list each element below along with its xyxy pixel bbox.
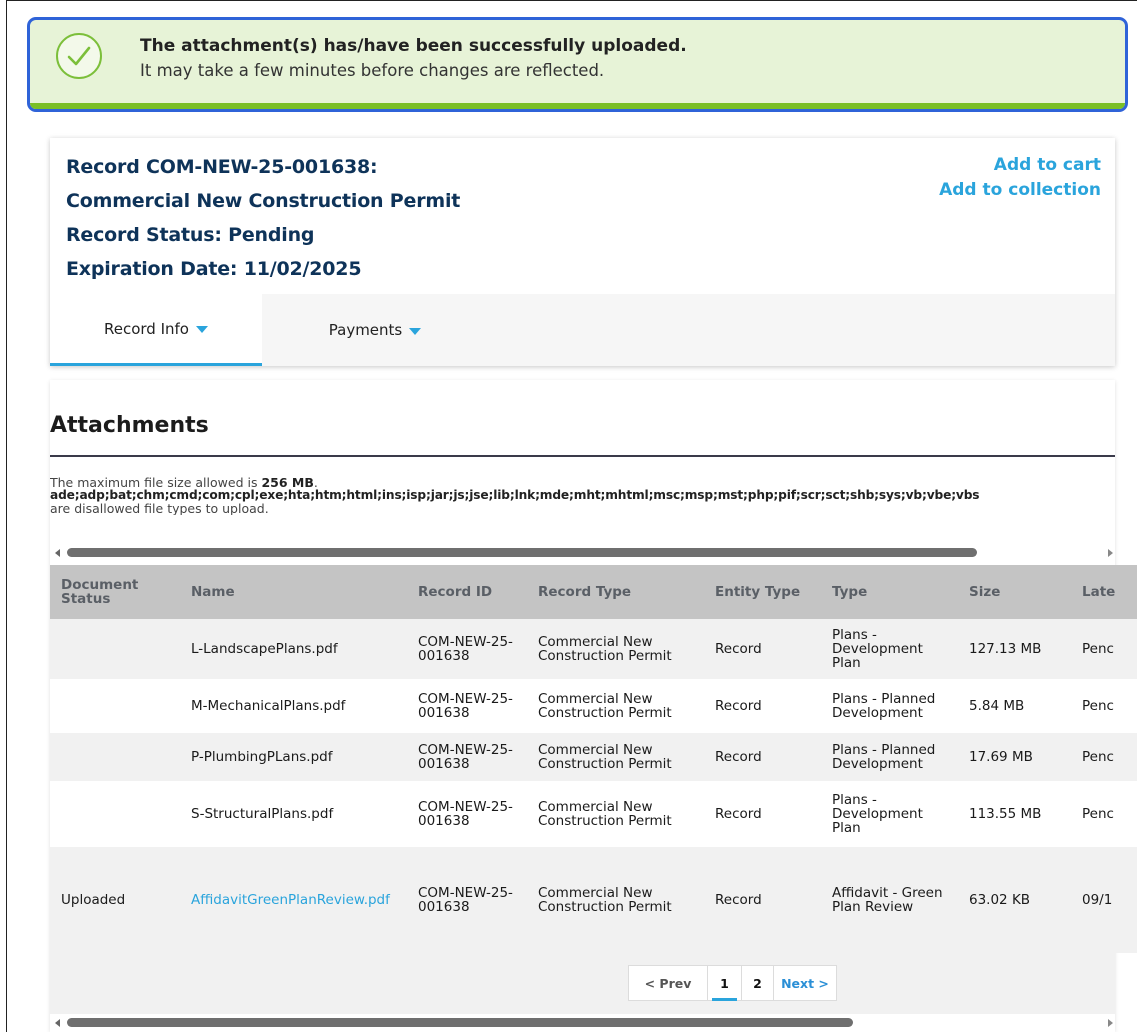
cell-status (50, 781, 180, 847)
attachments-table: Document Status Name Record ID Record Ty… (50, 565, 1137, 953)
record-status: Record Status: Pending (66, 224, 315, 246)
success-banner: The attachment(s) has/have been successf… (27, 17, 1128, 112)
table-row: S-StructuralPlans.pdf COM-NEW-25-001638 … (50, 781, 1137, 847)
cell-name: AffidavitGreenPlanReview.pdf (180, 847, 407, 953)
cell-latest: Penc (1071, 733, 1137, 781)
cell-record-id: COM-NEW-25-001638 (407, 679, 527, 733)
cell-record-id: COM-NEW-25-001638 (407, 733, 527, 781)
cell-type: Plans - Planned Development (821, 733, 958, 781)
tab-label: Record Info (104, 319, 189, 338)
cell-name: M-MechanicalPlans.pdf (180, 679, 407, 733)
column-header[interactable]: Record ID (407, 565, 527, 619)
cell-status (50, 679, 180, 733)
cell-size: 5.84 MB (958, 679, 1071, 733)
scroll-right-arrow-icon[interactable] (1108, 1019, 1113, 1027)
horizontal-scrollbar-top[interactable] (55, 547, 1113, 559)
banner-title: The attachment(s) has/have been successf… (140, 36, 687, 56)
column-header[interactable]: Document Status (50, 565, 180, 619)
attachments-title: Attachments (50, 413, 209, 438)
cell-size: 63.02 KB (958, 847, 1071, 953)
next-page-button[interactable]: Next > (774, 966, 836, 1000)
pager-area (50, 952, 1115, 1014)
record-type: Commercial New Construction Permit (66, 190, 461, 212)
add-to-collection-link[interactable]: Add to collection (939, 180, 1101, 200)
upload-rules: The maximum file size allowed is 256 MB.… (50, 476, 1130, 515)
expiration-date: Expiration Date: 11/02/2025 (66, 258, 362, 280)
column-header[interactable]: Size (958, 565, 1071, 619)
cell-latest: 09/1 (1071, 847, 1137, 953)
cell-name: S-StructuralPlans.pdf (180, 781, 407, 847)
column-header[interactable]: Entity Type (704, 565, 821, 619)
cell-size: 127.13 MB (958, 619, 1071, 679)
cell-record-id: COM-NEW-25-001638 (407, 781, 527, 847)
table-header-row: Document Status Name Record ID Record Ty… (50, 565, 1137, 619)
cell-name: P-PlumbingPLans.pdf (180, 733, 407, 781)
cell-status (50, 619, 180, 679)
cell-latest: Penc (1071, 679, 1137, 733)
cell-record-type: Commercial New Construction Permit (527, 619, 704, 679)
table-row: L-LandscapePlans.pdf COM-NEW-25-001638 C… (50, 619, 1137, 679)
horizontal-scrollbar-bottom[interactable] (55, 1017, 1113, 1029)
cell-record-type: Commercial New Construction Permit (527, 733, 704, 781)
cell-entity-type: Record (704, 679, 821, 733)
section-divider (50, 455, 1115, 457)
record-tabs: Record Info Payments (50, 294, 1115, 366)
cell-name: L-LandscapePlans.pdf (180, 619, 407, 679)
column-header[interactable]: Name (180, 565, 407, 619)
cell-status: Uploaded (50, 847, 180, 953)
caret-down-icon (409, 327, 422, 335)
cell-type: Plans - Development Plan (821, 619, 958, 679)
record-number: Record COM-NEW-25-001638: (66, 156, 378, 178)
check-circle-icon (56, 33, 102, 79)
record-header-card: Record COM-NEW-25-001638: Commercial New… (50, 138, 1115, 366)
cell-size: 17.69 MB (958, 733, 1071, 781)
tab-payments[interactable]: Payments (280, 294, 470, 366)
column-header[interactable]: Type (821, 565, 958, 619)
cell-record-id: COM-NEW-25-001638 (407, 847, 527, 953)
column-header[interactable]: Late (1071, 565, 1137, 619)
tab-record-info[interactable]: Record Info (50, 294, 262, 366)
cell-type: Plans - Development Plan (821, 781, 958, 847)
table-row: P-PlumbingPLans.pdf COM-NEW-25-001638 Co… (50, 733, 1137, 781)
column-header[interactable]: Record Type (527, 565, 704, 619)
cell-entity-type: Record (704, 619, 821, 679)
disallowed-note: are disallowed file types to upload. (50, 501, 269, 515)
cell-entity-type: Record (704, 733, 821, 781)
cell-entity-type: Record (704, 847, 821, 953)
cell-record-type: Commercial New Construction Permit (527, 781, 704, 847)
scroll-left-arrow-icon[interactable] (55, 1019, 60, 1027)
page-2-button[interactable]: 2 (742, 966, 774, 1000)
cell-entity-type: Record (704, 781, 821, 847)
cell-latest: Penc (1071, 781, 1137, 847)
pagination: < Prev 1 2 Next > (628, 965, 837, 1001)
scroll-right-arrow-icon[interactable] (1108, 549, 1113, 557)
banner-accent-bar (30, 103, 1125, 109)
table-row: M-MechanicalPlans.pdf COM-NEW-25-001638 … (50, 679, 1137, 733)
scrollbar-thumb[interactable] (67, 1018, 853, 1027)
scroll-left-arrow-icon[interactable] (55, 549, 60, 557)
cell-status (50, 733, 180, 781)
cell-size: 113.55 MB (958, 781, 1071, 847)
cell-type: Affidavit - Green Plan Review (821, 847, 958, 953)
tab-label: Payments (328, 321, 403, 339)
cell-latest: Penc (1071, 619, 1137, 679)
cell-record-type: Commercial New Construction Permit (527, 847, 704, 953)
caret-down-icon (195, 326, 208, 333)
banner-subtitle: It may take a few minutes before changes… (140, 61, 605, 80)
attachment-link[interactable]: AffidavitGreenPlanReview.pdf (191, 892, 390, 908)
page-1-button[interactable]: 1 (708, 966, 742, 1001)
cell-record-type: Commercial New Construction Permit (527, 679, 704, 733)
cell-record-id: COM-NEW-25-001638 (407, 619, 527, 679)
cell-type: Plans - Planned Development (821, 679, 958, 733)
prev-page-button[interactable]: < Prev (629, 966, 708, 1000)
scrollbar-thumb[interactable] (67, 548, 977, 557)
add-to-cart-link[interactable]: Add to cart (994, 155, 1101, 175)
table-row: Uploaded AffidavitGreenPlanReview.pdf CO… (50, 847, 1137, 953)
